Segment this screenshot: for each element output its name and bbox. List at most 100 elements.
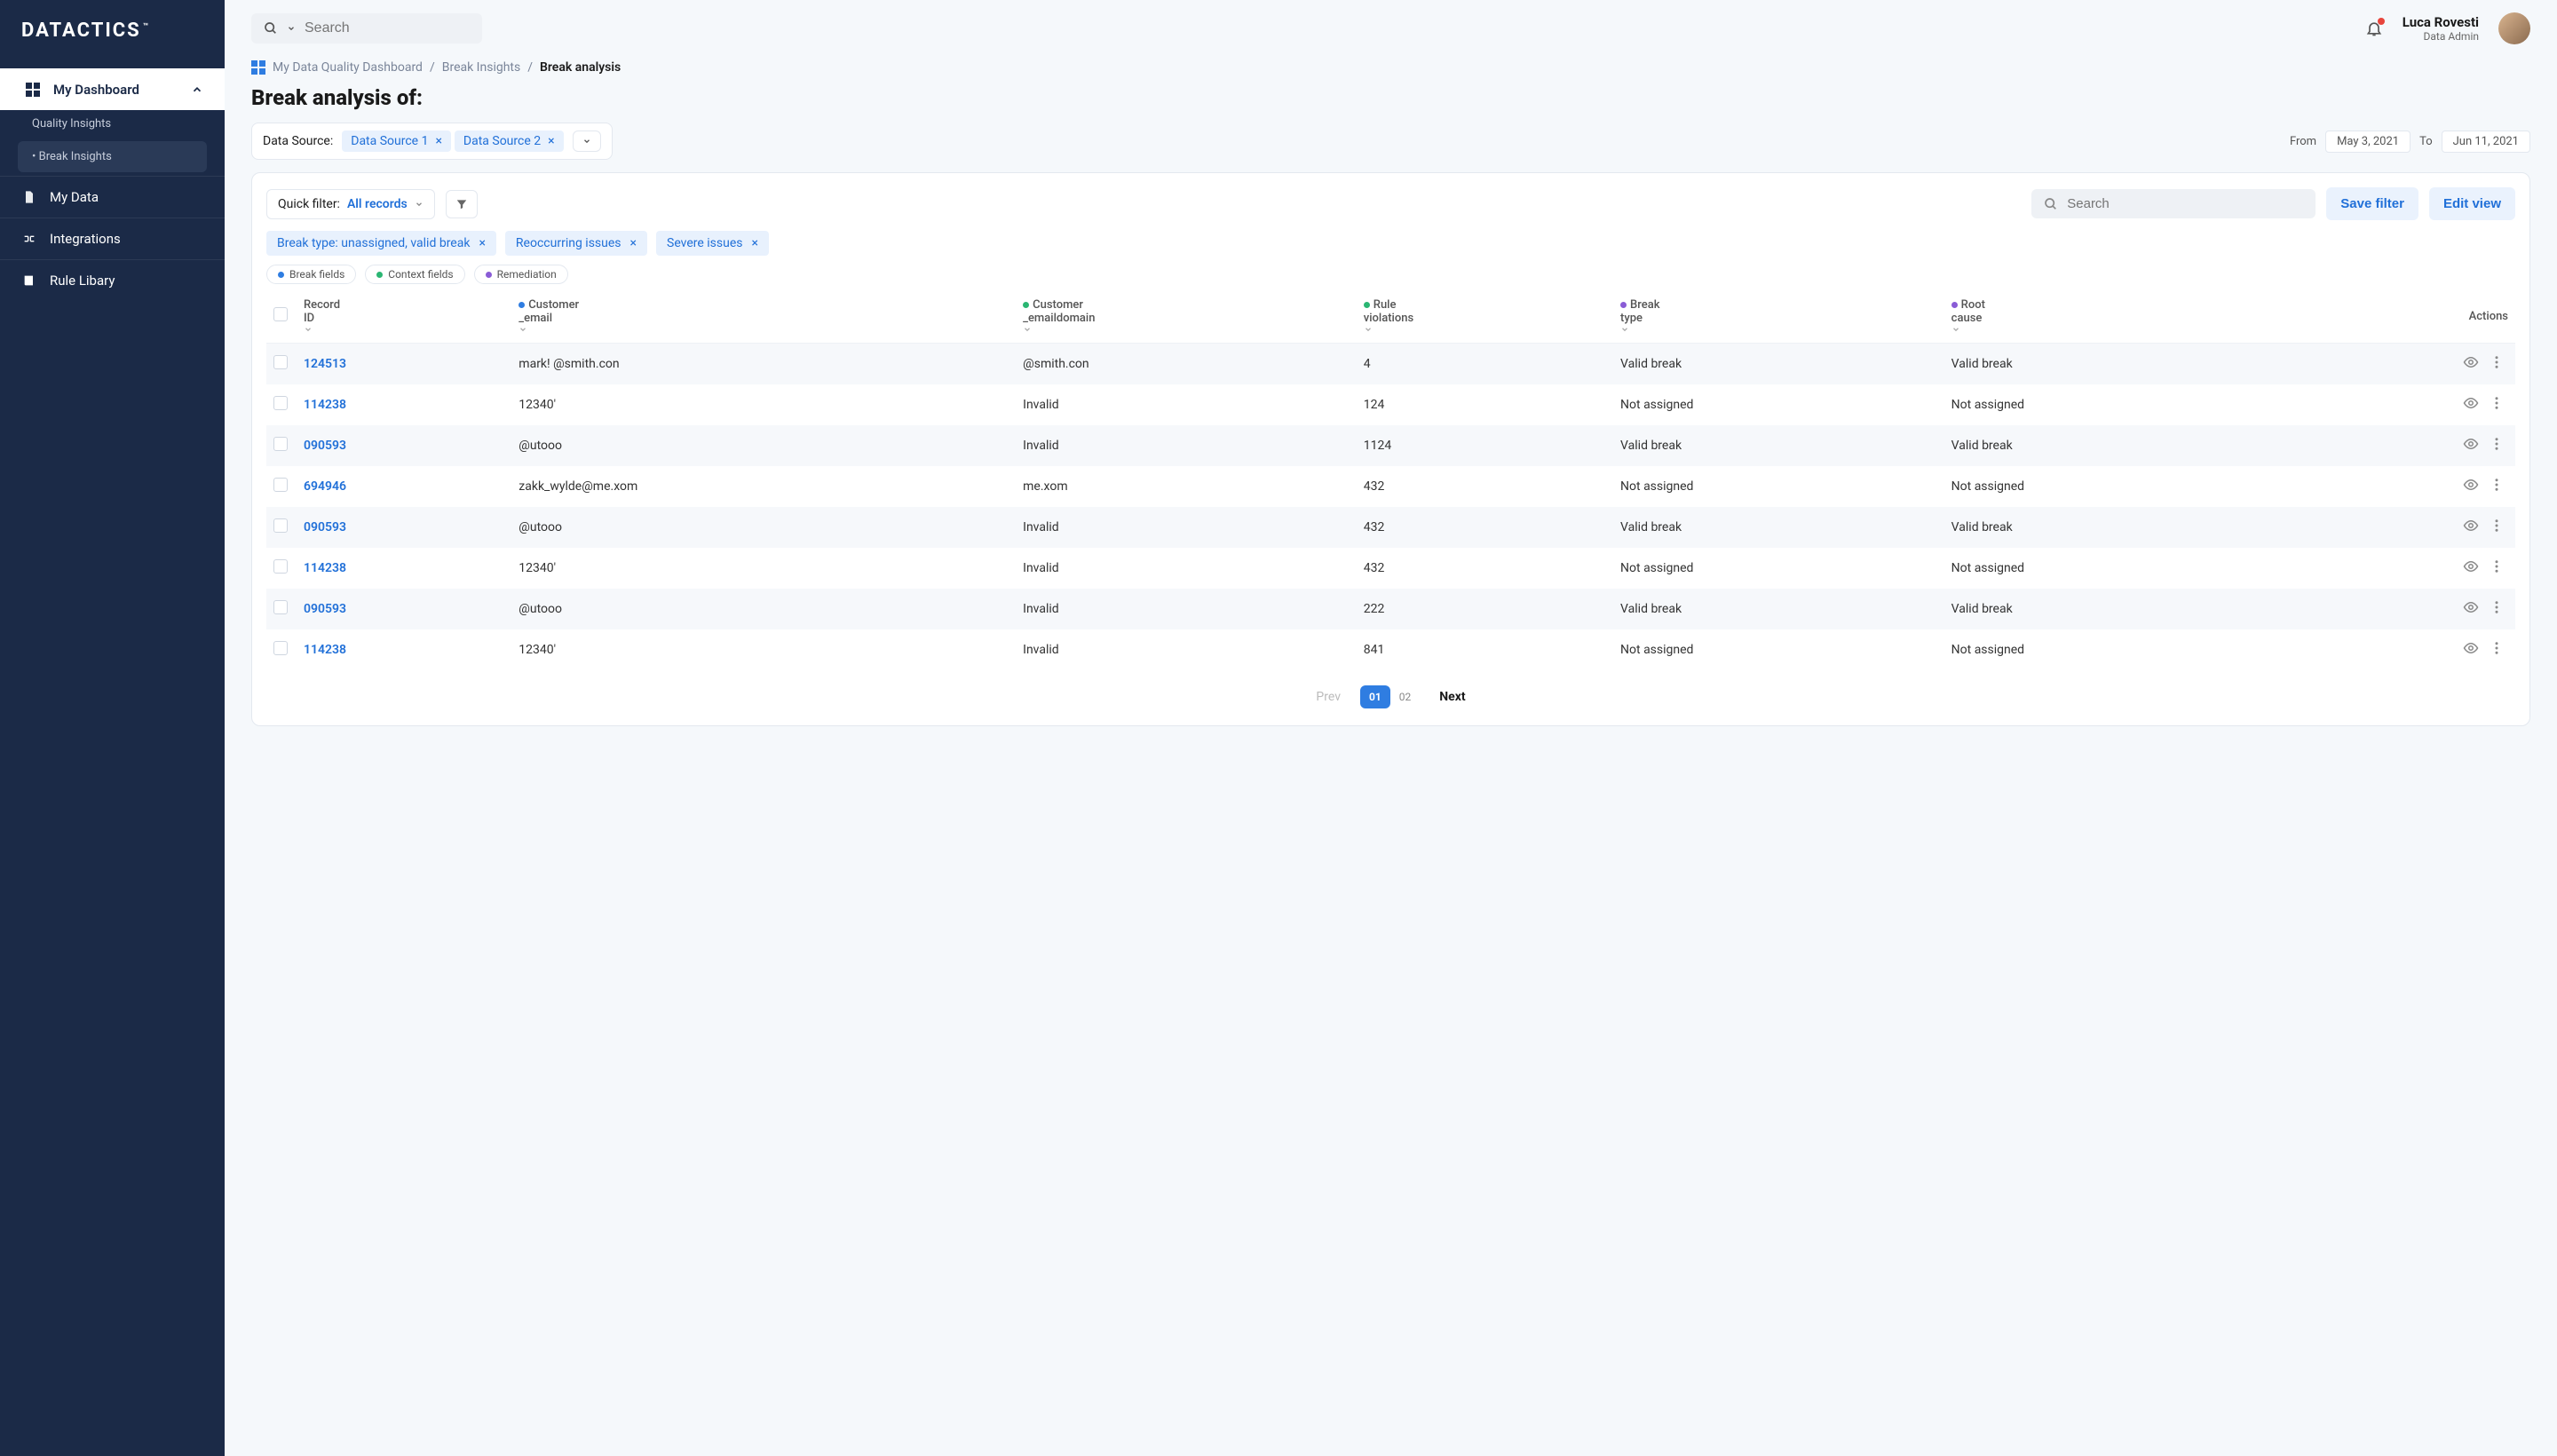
- view-icon[interactable]: [2459, 640, 2482, 656]
- user-info[interactable]: Luca Rovesti Data Admin: [2403, 14, 2479, 43]
- view-icon[interactable]: [2459, 518, 2482, 534]
- more-icon[interactable]: [2485, 640, 2508, 656]
- page-number[interactable]: 02: [1390, 685, 1421, 708]
- more-icon[interactable]: [2485, 395, 2508, 411]
- record-id-link[interactable]: 114238: [304, 561, 346, 575]
- close-icon[interactable]: ×: [548, 134, 554, 148]
- view-icon[interactable]: [2459, 395, 2482, 411]
- nav-sub-quality-insights[interactable]: Quality Insights: [0, 110, 225, 138]
- global-search-input[interactable]: [305, 20, 488, 36]
- column-header[interactable]: Customer_email: [511, 289, 1016, 344]
- view-icon[interactable]: [2459, 436, 2482, 452]
- column-header[interactable]: Rootcause: [1944, 289, 2276, 344]
- avatar[interactable]: [2498, 12, 2530, 44]
- view-icon[interactable]: [2459, 477, 2482, 493]
- close-icon[interactable]: ×: [435, 134, 441, 148]
- chevron-down-icon: [415, 200, 424, 209]
- row-checkbox[interactable]: [273, 478, 288, 492]
- column-header[interactable]: Actions: [2275, 289, 2515, 344]
- filter-chip[interactable]: Severe issues×: [656, 231, 769, 256]
- cell-email: @utooo: [511, 589, 1016, 629]
- view-icon[interactable]: [2459, 599, 2482, 615]
- column-header[interactable]: Breaktype: [1613, 289, 1944, 344]
- close-icon[interactable]: ×: [479, 236, 485, 250]
- pager-prev[interactable]: Prev: [1316, 690, 1341, 704]
- page-number[interactable]: 01: [1360, 685, 1390, 708]
- data-source-chip[interactable]: Data Source 2×: [455, 131, 564, 152]
- close-icon[interactable]: ×: [630, 236, 637, 250]
- row-checkbox[interactable]: [273, 600, 288, 614]
- row-checkbox[interactable]: [273, 396, 288, 410]
- legend-item: Remediation: [474, 265, 568, 284]
- sort-icon[interactable]: [1951, 325, 2268, 334]
- nav-my-data[interactable]: My Data: [0, 176, 225, 218]
- column-header[interactable]: Ruleviolations: [1357, 289, 1613, 344]
- sort-icon[interactable]: [1023, 325, 1350, 334]
- data-source-dropdown[interactable]: [573, 131, 601, 152]
- table-search[interactable]: [2031, 189, 2316, 218]
- nav-integrations[interactable]: Integrations: [0, 218, 225, 259]
- more-icon[interactable]: [2485, 477, 2508, 493]
- record-id-link[interactable]: 114238: [304, 398, 346, 412]
- file-icon: [21, 189, 37, 205]
- date-to[interactable]: Jun 11, 2021: [2442, 131, 2530, 153]
- filter-chip[interactable]: Reoccurring issues×: [505, 231, 647, 256]
- view-icon[interactable]: [2459, 558, 2482, 574]
- column-header[interactable]: RecordID: [297, 289, 511, 344]
- nav-my-dashboard[interactable]: My Dashboard: [0, 68, 225, 110]
- breadcrumb: My Data Quality Dashboard / Break Insigh…: [225, 57, 2557, 76]
- record-id-link[interactable]: 090593: [304, 602, 346, 616]
- more-icon[interactable]: [2485, 354, 2508, 370]
- crumb-break-insights[interactable]: Break Insights: [442, 60, 521, 75]
- more-icon[interactable]: [2485, 436, 2508, 452]
- sort-icon[interactable]: [304, 325, 504, 334]
- sort-icon[interactable]: [1364, 325, 1606, 334]
- table-row: 114238 12340' Invalid 432 Not assigned N…: [266, 548, 2515, 589]
- row-checkbox[interactable]: [273, 355, 288, 369]
- record-id-link[interactable]: 694946: [304, 479, 346, 494]
- close-icon[interactable]: ×: [752, 236, 758, 250]
- save-filter-button[interactable]: Save filter: [2326, 187, 2418, 220]
- date-from[interactable]: May 3, 2021: [2325, 131, 2411, 153]
- row-checkbox[interactable]: [273, 559, 288, 574]
- checkbox-all[interactable]: [273, 307, 288, 321]
- legend-item: Context fields: [365, 265, 464, 284]
- quick-filter[interactable]: Quick filter: All records: [266, 189, 435, 219]
- cell-violations: 432: [1357, 548, 1613, 589]
- pager-next[interactable]: Next: [1439, 690, 1465, 704]
- data-source-chip[interactable]: Data Source 1×: [342, 131, 451, 152]
- row-checkbox[interactable]: [273, 437, 288, 451]
- row-checkbox[interactable]: [273, 518, 288, 533]
- legend-item: Break fields: [266, 265, 356, 284]
- record-id-link[interactable]: 114238: [304, 643, 346, 657]
- table-search-input[interactable]: [2067, 196, 2303, 211]
- crumb-current: Break analysis: [540, 60, 621, 75]
- data-source-bar: Data Source: Data Source 1× Data Source …: [225, 123, 2557, 172]
- more-icon[interactable]: [2485, 518, 2508, 534]
- filter-button[interactable]: [446, 190, 478, 218]
- more-icon[interactable]: [2485, 599, 2508, 615]
- cell-root-cause: Valid break: [1944, 425, 2276, 466]
- crumb-dashboard[interactable]: My Data Quality Dashboard: [273, 60, 423, 75]
- nav-sub-break-insights[interactable]: Break Insights: [18, 141, 207, 172]
- more-icon[interactable]: [2485, 558, 2508, 574]
- cell-email: 12340': [511, 548, 1016, 589]
- sort-icon[interactable]: [519, 325, 1009, 334]
- nav-rule-library[interactable]: Rule Libary: [0, 259, 225, 301]
- row-checkbox[interactable]: [273, 641, 288, 655]
- notifications-button[interactable]: [2365, 20, 2383, 37]
- cell-root-cause: Not assigned: [1944, 466, 2276, 507]
- table-row: 090593 @utooo Invalid 222 Valid break Va…: [266, 589, 2515, 629]
- cell-domain: me.xom: [1016, 466, 1357, 507]
- column-header[interactable]: Customer_emaildomain: [1016, 289, 1357, 344]
- chevron-down-icon: [287, 24, 296, 33]
- breadcrumb-icon: [251, 60, 265, 75]
- sort-icon[interactable]: [1620, 325, 1937, 334]
- record-id-link[interactable]: 090593: [304, 439, 346, 453]
- edit-view-button[interactable]: Edit view: [2429, 187, 2515, 220]
- filter-chip[interactable]: Break type: unassigned, valid break×: [266, 231, 496, 256]
- view-icon[interactable]: [2459, 354, 2482, 370]
- record-id-link[interactable]: 124513: [304, 357, 346, 371]
- record-id-link[interactable]: 090593: [304, 520, 346, 534]
- global-search[interactable]: [251, 13, 482, 44]
